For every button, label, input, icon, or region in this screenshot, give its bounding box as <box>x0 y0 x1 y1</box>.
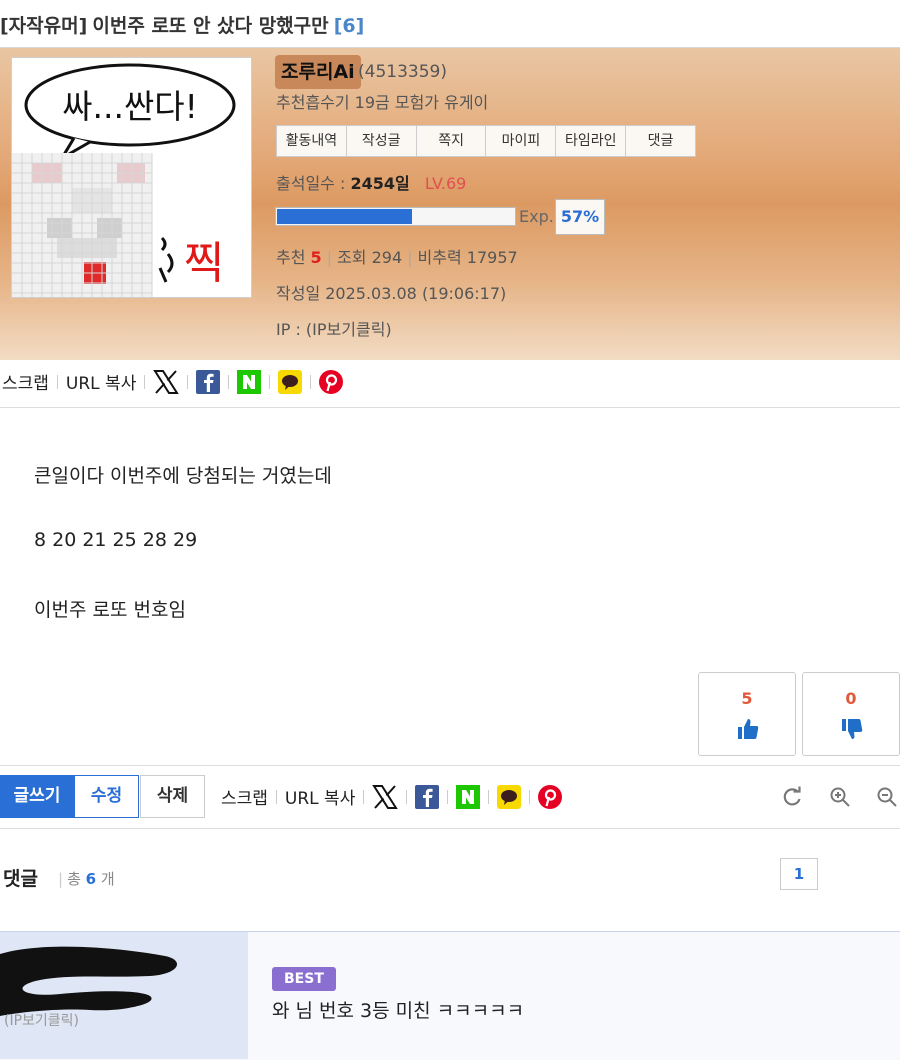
url-copy-link[interactable]: URL 복사 <box>66 369 136 394</box>
comments-total: | 총 6 개 <box>58 870 115 888</box>
downvote-count: 0 <box>845 689 857 708</box>
menu-activity[interactable]: 활동내역 <box>277 126 347 156</box>
facebook-icon[interactable] <box>415 784 440 809</box>
pinterest-icon[interactable] <box>319 369 344 394</box>
author-rank: 추천흡수기 19금 모험가 유게이 <box>276 93 489 112</box>
avatar-image: 싸...싼다! 찍 <box>12 63 236 297</box>
zoom-out-icon[interactable] <box>876 786 898 808</box>
author-ip[interactable]: IP : (IP보기클릭) <box>276 316 392 340</box>
author-user-id: (4513359) <box>358 62 447 82</box>
avatar-caption-side: 찍 <box>184 238 224 289</box>
recommend-value: 5 <box>310 248 322 267</box>
post-body-line-2: 8 20 21 25 28 29 <box>34 529 198 551</box>
avatar-mosaic <box>12 153 153 297</box>
title-bar: [자작유머] 이번주 로또 안 샀다 망했구만 [6] <box>0 0 900 48</box>
thumbs-up-icon <box>738 719 759 739</box>
divider <box>0 828 900 829</box>
attendance-value: 2454일 <box>350 174 410 193</box>
thumbs-down-icon <box>842 719 863 739</box>
redaction-scribble <box>0 946 177 1016</box>
avatar[interactable]: 싸...싼다! 찍 <box>11 57 252 298</box>
exp-progress-fill <box>277 209 412 224</box>
author-nickname[interactable]: 조루리Ai <box>275 55 361 89</box>
menu-posts[interactable]: 작성글 <box>347 126 417 156</box>
edit-button[interactable]: 수정 <box>74 775 139 818</box>
post-title: 이번주 로또 안 샀다 망했구만 <box>92 15 329 37</box>
author-menu: 활동내역 작성글 쪽지 마이피 타임라인 댓글 <box>276 125 696 157</box>
kakaotalk-icon[interactable] <box>278 369 303 394</box>
comment-ip[interactable]: (IP보기클릭) <box>4 1010 79 1030</box>
divider <box>0 407 900 408</box>
scrap-link[interactable]: 스크랩 <box>221 784 268 809</box>
refresh-icon[interactable] <box>781 786 803 808</box>
naver-icon[interactable] <box>456 784 481 809</box>
facebook-icon[interactable] <box>196 369 221 394</box>
naver-icon[interactable] <box>237 369 262 394</box>
post-category[interactable]: [자작유머] <box>0 15 87 37</box>
post-stats: 추천 5 | 조회 294 | 비추력 17957 <box>276 248 518 267</box>
nonrecommend-power: 비추력 17957 <box>417 248 518 267</box>
downvote-button[interactable]: 0 <box>802 672 900 756</box>
post-date: 작성일 2025.03.08 (19:06:17) <box>276 284 507 303</box>
comments-total-prefix: 총 <box>67 870 81 888</box>
share-bar-top: 스크랩 URL 복사 <box>2 369 344 394</box>
attendance: 출석일수 : 2454일 LV.69 <box>276 170 466 194</box>
level-badge: LV.69 <box>424 174 467 193</box>
avatar-caption-top: 싸...싼다! <box>62 87 198 126</box>
upvote-button[interactable]: 5 <box>698 672 796 756</box>
comments-total-value: 6 <box>85 870 97 888</box>
x-icon[interactable] <box>372 784 399 809</box>
exp-percent: 57% <box>555 199 605 235</box>
menu-mypi[interactable]: 마이피 <box>486 126 557 156</box>
title-comment-count[interactable]: [6] <box>334 15 365 37</box>
exp-progress-bar <box>275 207 516 226</box>
comment-page-1[interactable]: 1 <box>780 858 818 890</box>
attendance-label: 출석일수 : <box>276 174 346 193</box>
delete-button[interactable]: 삭제 <box>140 775 205 818</box>
comment-author-area <box>0 932 248 1059</box>
post-body-line-3: 이번주 로또 번호임 <box>34 599 186 621</box>
zoom-in-icon[interactable] <box>829 786 851 808</box>
view-count: 조회 294 <box>337 248 403 267</box>
upvote-count: 5 <box>741 689 753 708</box>
divider <box>0 765 900 766</box>
exp-label: Exp. <box>519 207 554 226</box>
scrap-link[interactable]: 스크랩 <box>2 369 49 394</box>
comments-title: 댓글 <box>3 868 38 890</box>
menu-comments[interactable]: 댓글 <box>626 126 695 156</box>
url-copy-link[interactable]: URL 복사 <box>285 784 355 809</box>
x-icon[interactable] <box>153 369 180 394</box>
recommend-label: 추천 <box>276 248 306 267</box>
share-bar-bottom: 스크랩 URL 복사 <box>221 784 563 809</box>
menu-message[interactable]: 쪽지 <box>417 126 487 156</box>
post-body-line-1: 큰일이다 이번주에 당첨되는 거였는데 <box>34 465 332 487</box>
kakaotalk-icon[interactable] <box>497 784 522 809</box>
write-button[interactable]: 글쓰기 <box>0 775 74 818</box>
comment-text: 와 님 번호 3등 미친 ㅋㅋㅋㅋㅋ <box>272 1000 525 1022</box>
comments-total-suffix: 개 <box>100 870 115 888</box>
pinterest-icon[interactable] <box>538 784 563 809</box>
menu-timeline[interactable]: 타임라인 <box>556 126 627 156</box>
best-badge: BEST <box>272 967 336 991</box>
